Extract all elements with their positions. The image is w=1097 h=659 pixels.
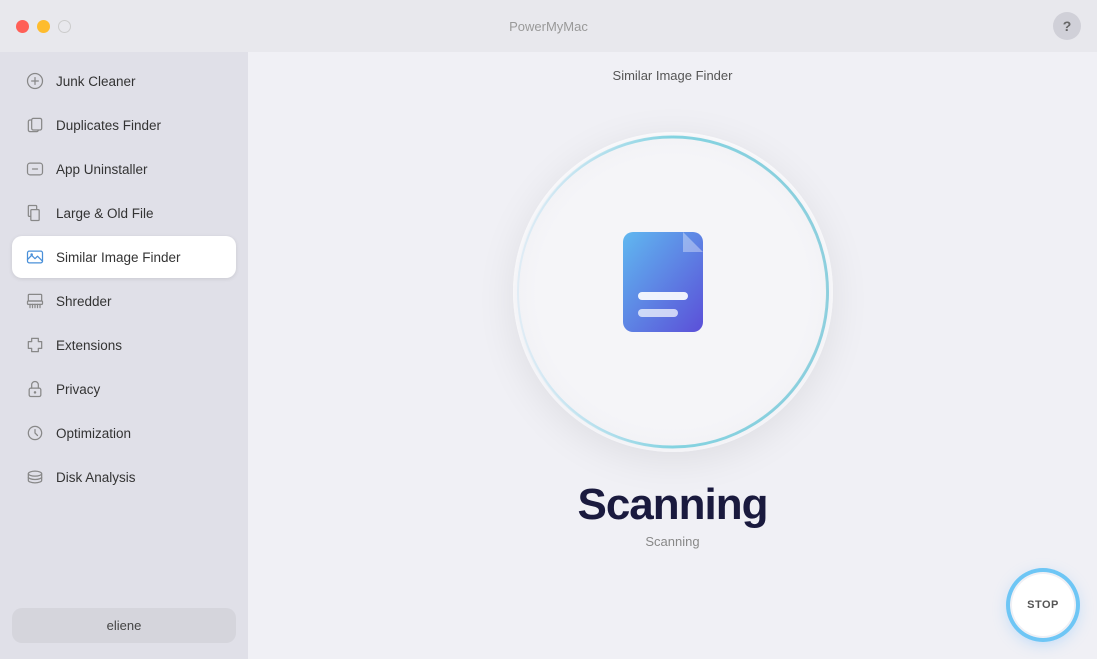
page-title: Similar Image Finder [613,52,733,99]
minimize-button[interactable] [37,20,50,33]
sidebar-footer: eliene [12,600,236,651]
sidebar-item-privacy[interactable]: Privacy [12,368,236,410]
sidebar-item-large-old-file[interactable]: Large & Old File [12,192,236,234]
sidebar-item-shredder[interactable]: Shredder [12,280,236,322]
app-uninstaller-icon [24,158,46,180]
scan-container: Scanning Scanning [513,132,833,549]
similar-image-finder-label: Similar Image Finder [56,250,181,265]
optimization-label: Optimization [56,426,131,441]
optimization-icon [24,422,46,444]
document-icon [618,227,728,357]
scan-title: Scanning [577,480,767,530]
scan-subtitle: Scanning [645,534,699,549]
shredder-icon [24,290,46,312]
sidebar-item-optimization[interactable]: Optimization [12,412,236,454]
sidebar-item-disk-analysis[interactable]: Disk Analysis [12,456,236,498]
sidebar-item-junk-cleaner[interactable]: Junk Cleaner [12,60,236,102]
large-old-file-icon [24,202,46,224]
app-title: PowerMyMac [509,19,588,34]
disk-analysis-label: Disk Analysis [56,470,136,485]
extensions-icon [24,334,46,356]
sidebar: Junk Cleaner Duplicates Finder App Unins… [0,52,248,659]
sidebar-item-duplicates-finder[interactable]: Duplicates Finder [12,104,236,146]
disk-analysis-icon [24,466,46,488]
similar-image-finder-icon [24,246,46,268]
privacy-icon [24,378,46,400]
junk-cleaner-icon [24,70,46,92]
duplicates-finder-icon [24,114,46,136]
junk-cleaner-label: Junk Cleaner [56,74,136,89]
app-uninstaller-label: App Uninstaller [56,162,148,177]
close-button[interactable] [16,20,29,33]
duplicates-finder-label: Duplicates Finder [56,118,161,133]
large-old-file-label: Large & Old File [56,206,154,221]
stop-button[interactable]: STOP [1009,571,1077,639]
shredder-label: Shredder [56,294,112,309]
help-button[interactable]: ? [1053,12,1081,40]
main-layout: Junk Cleaner Duplicates Finder App Unins… [0,52,1097,659]
sidebar-item-app-uninstaller[interactable]: App Uninstaller [12,148,236,190]
scan-circle [513,132,833,452]
user-button[interactable]: eliene [12,608,236,643]
traffic-lights [16,20,71,33]
sidebar-item-extensions[interactable]: Extensions [12,324,236,366]
extensions-label: Extensions [56,338,122,353]
privacy-label: Privacy [56,382,100,397]
maximize-button[interactable] [58,20,71,33]
titlebar: PowerMyMac ? [0,0,1097,52]
content-area: Similar Image Finder [248,52,1097,659]
sidebar-item-similar-image-finder[interactable]: Similar Image Finder [12,236,236,278]
